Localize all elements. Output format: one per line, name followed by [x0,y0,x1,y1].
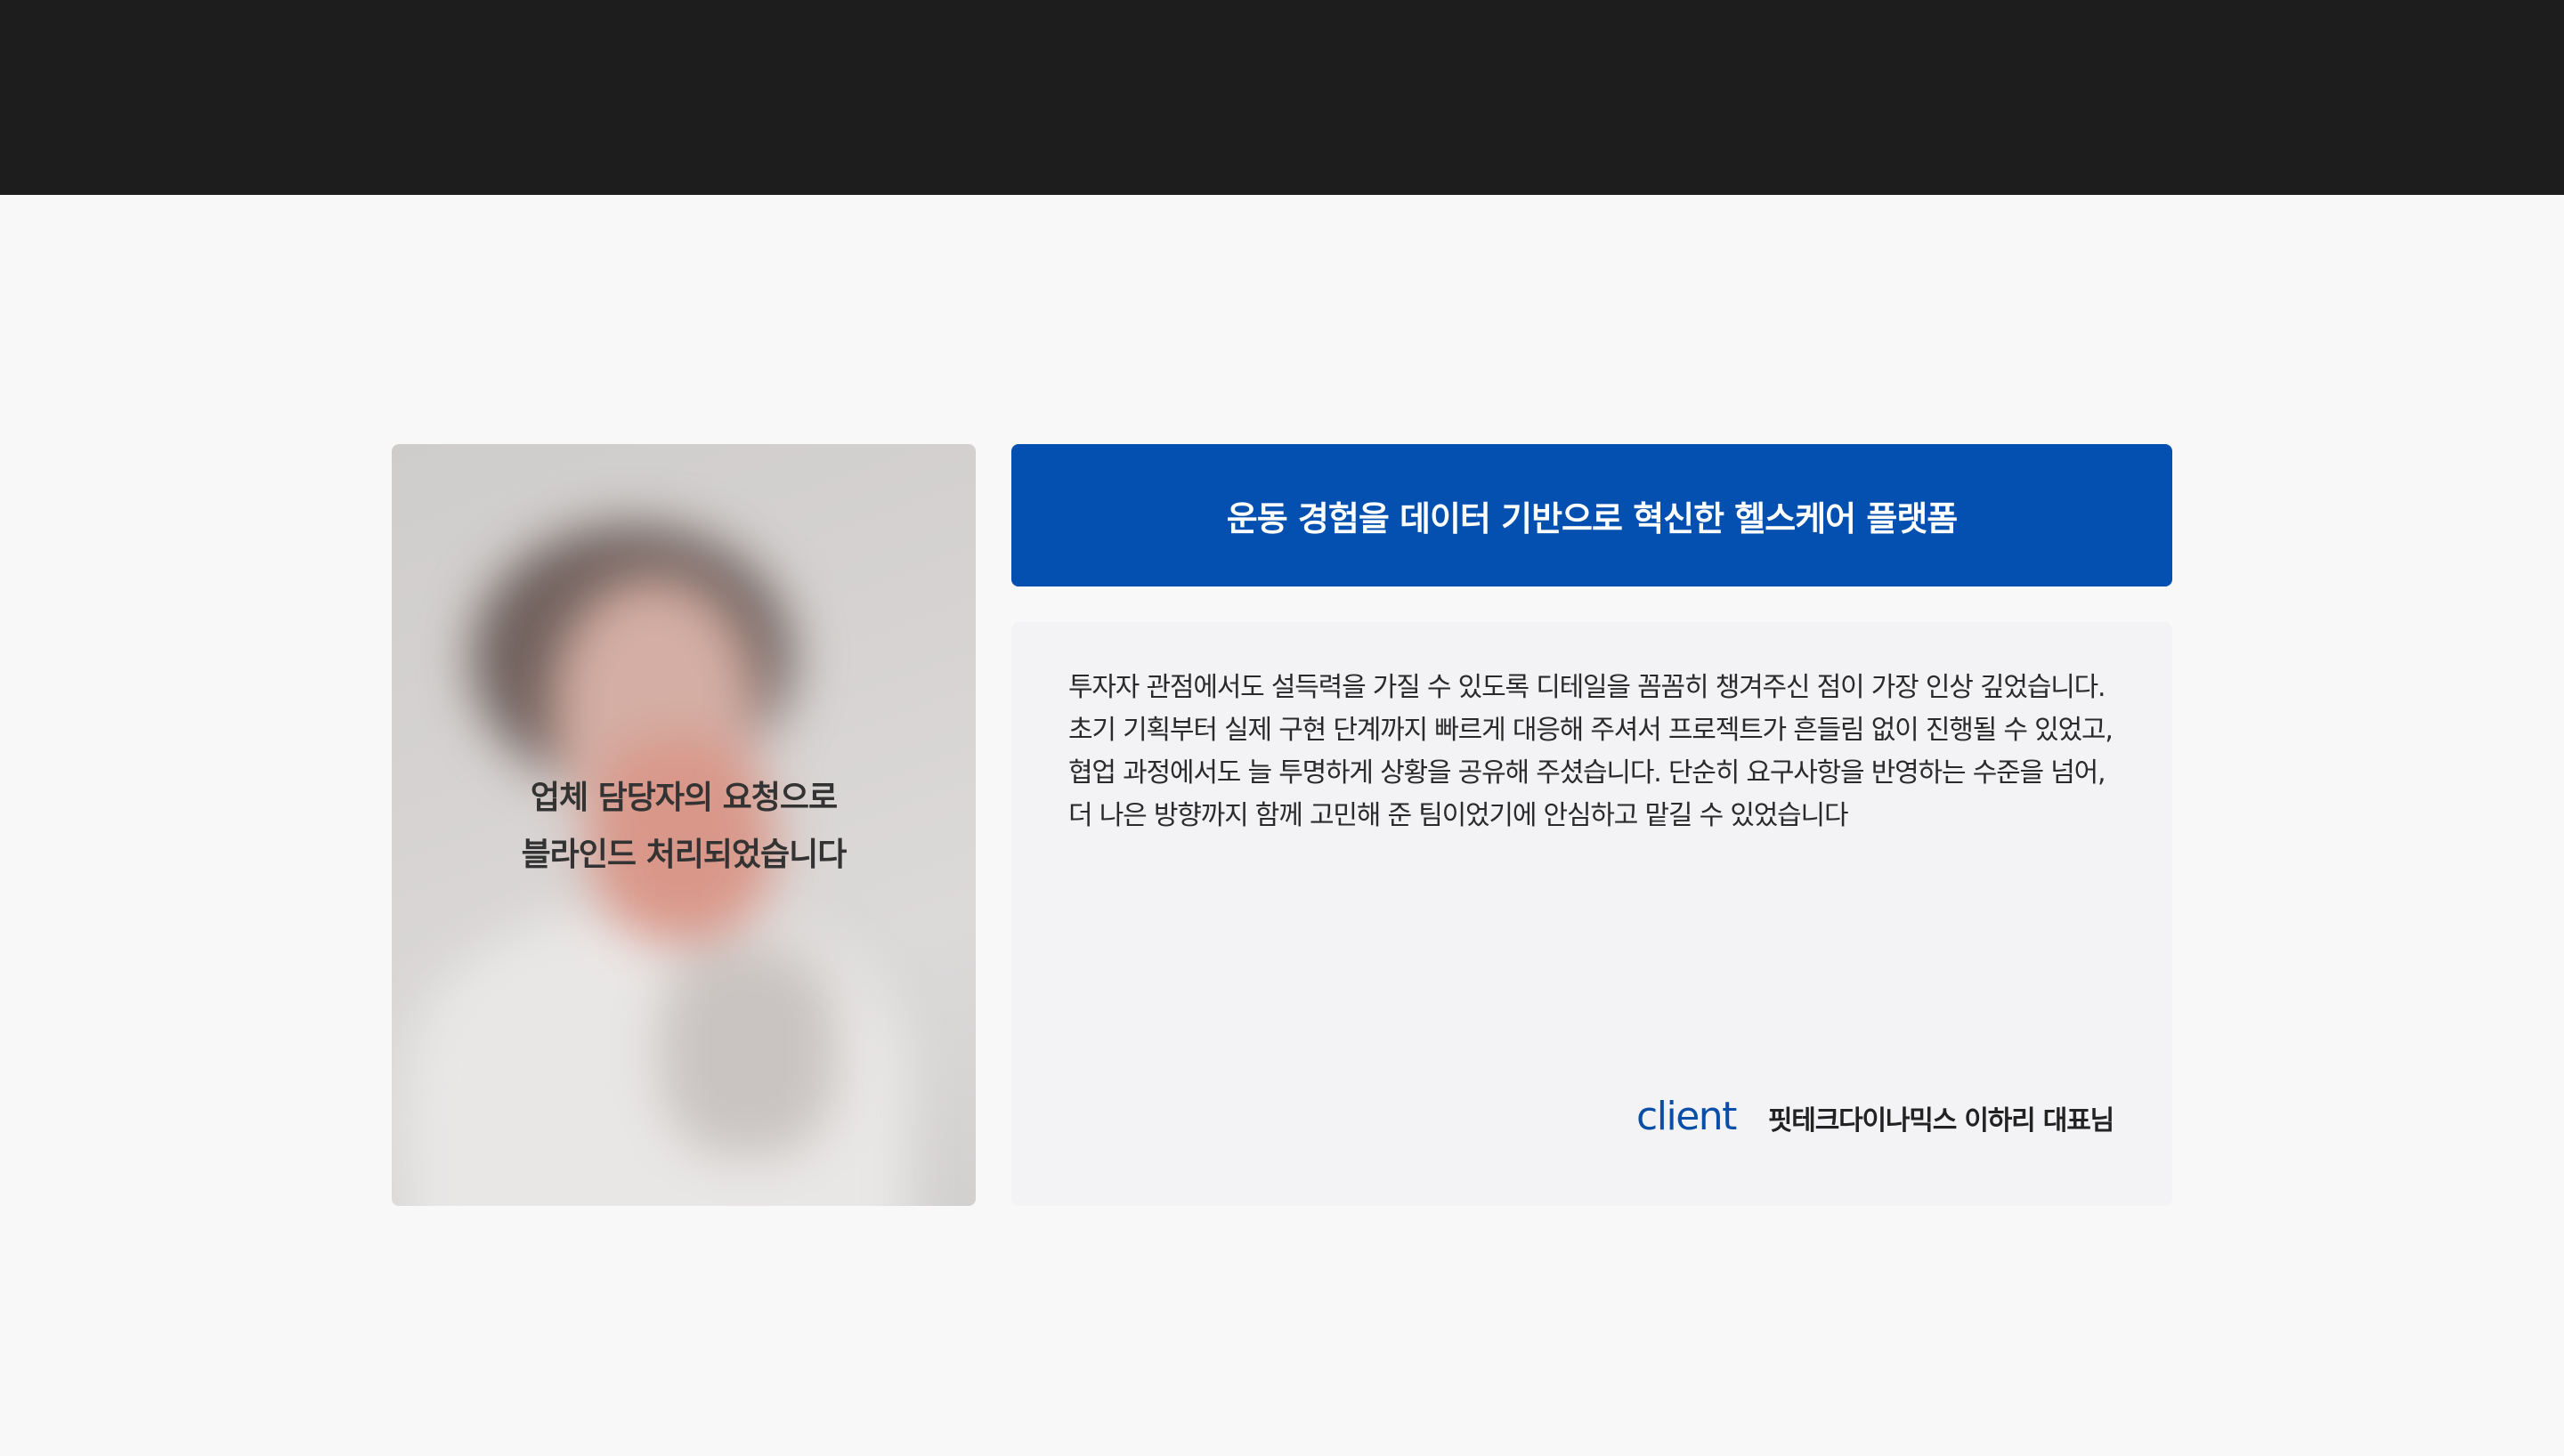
client-name: 핏테크다이나믹스 이하리 대표님 [1767,1105,2114,1136]
testimonial-line-3: 협업 과정에서도 늘 투명하게 상황을 공유해 주셨습니다. 단순히 요구사항을… [1068,757,2106,789]
top-header-bar [0,0,2564,195]
testimonial-line-2: 초기 기획부터 실제 구현 단계까지 빠르게 대응해 주셔서 프로젝트가 흔들림… [1068,715,2114,746]
project-title: 운동 경험을 데이터 기반으로 혁신한 헬스케어 플랫폼 [1226,498,1958,538]
testimonial-line-1: 투자자 관점에서도 설득력을 가질 수 있도록 디테일을 꼼꼼히 챙겨주신 점이… [1068,672,2106,703]
blurred-client-photo: 업체 담당자의 요청으로 블라인드 처리되었습니다 [392,444,976,1206]
testimonial-line-4: 더 나은 방향까지 함께 고민해 준 팀이었기에 안심하고 맡길 수 있었습니다 [1068,800,1849,831]
blur-shape-shadow [659,942,837,1156]
blind-notice: 업체 담당자의 요청으로 블라인드 처리되었습니다 [392,770,976,884]
project-title-banner: 운동 경험을 데이터 기반으로 혁신한 헬스케어 플랫폼 [1011,444,2172,586]
testimonial-text: 투자자 관점에서도 설득력을 가질 수 있도록 디테일을 꼼꼼히 챙겨주신 점이… [1068,667,2137,837]
blind-notice-line-2: 블라인드 처리되었습니다 [521,837,848,873]
blind-notice-line-1: 업체 담당자의 요청으로 [530,780,838,816]
client-label: client [1636,1094,1737,1139]
client-attribution: client 핏테크다이나믹스 이하리 대표님 [1636,1094,2114,1139]
testimonial-card: 투자자 관점에서도 설득력을 가질 수 있도록 디테일을 꼼꼼히 챙겨주신 점이… [1011,622,2172,1206]
